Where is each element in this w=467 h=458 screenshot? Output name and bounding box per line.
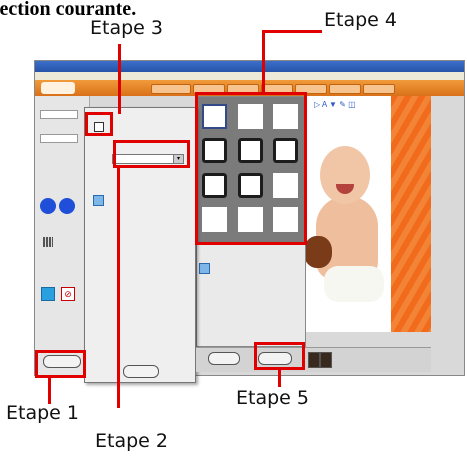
toolbar-tab-6[interactable]	[329, 84, 361, 94]
callout-box-step4	[195, 92, 307, 245]
left-field-2[interactable]	[40, 134, 78, 143]
step5-label: Etape 5	[236, 387, 309, 409]
color-swatch-icon[interactable]	[320, 352, 332, 368]
callout-box-step5	[254, 342, 305, 370]
blue-circle-icon[interactable]	[40, 198, 56, 214]
step4-label: Etape 4	[324, 9, 397, 31]
connector-step4-vertical	[262, 30, 265, 92]
connector-step1	[48, 378, 51, 404]
color-swatch-icon[interactable]	[308, 352, 320, 368]
dialog-button[interactable]	[123, 365, 159, 378]
photo-preview: ▷ A ▼ ✎ ◫	[306, 96, 431, 332]
connector-step4-horizontal	[262, 30, 322, 33]
blue-square-icon[interactable]	[41, 287, 55, 301]
connector-step5	[278, 370, 281, 387]
baby-diaper	[324, 266, 384, 302]
menu-bar	[35, 72, 464, 80]
left-field[interactable]	[40, 110, 78, 119]
callout-box-step1	[35, 350, 86, 378]
toolbar-tab-1[interactable]	[151, 84, 191, 94]
toolbar-tab-7[interactable]	[363, 84, 395, 94]
red-close-icon[interactable]: ⊘	[61, 287, 75, 301]
texture-option-icon[interactable]	[199, 263, 210, 274]
orange-background	[391, 96, 431, 332]
grid-icon[interactable]	[43, 237, 53, 247]
step2-label: Etape 2	[95, 430, 168, 452]
bottom-left-button[interactable]	[208, 352, 240, 365]
blue-circle-icon[interactable]	[59, 198, 75, 214]
connector-step2	[117, 168, 120, 408]
dialog-option-icon[interactable]	[93, 195, 104, 206]
callout-box-step3	[85, 112, 113, 136]
app-logo	[41, 82, 75, 94]
teddy-bear	[306, 236, 332, 268]
tool-icons[interactable]: ▷ A ▼ ✎ ◫	[314, 100, 356, 109]
bottom-bar	[196, 347, 431, 372]
callout-box-step2	[113, 140, 190, 168]
connector-step3	[118, 44, 121, 114]
step3-label: Etape 3	[90, 17, 163, 39]
baby-head	[320, 146, 370, 204]
step1-label: Etape 1	[6, 402, 79, 424]
left-panel: ⊘	[35, 96, 90, 375]
title-bar	[35, 61, 464, 72]
